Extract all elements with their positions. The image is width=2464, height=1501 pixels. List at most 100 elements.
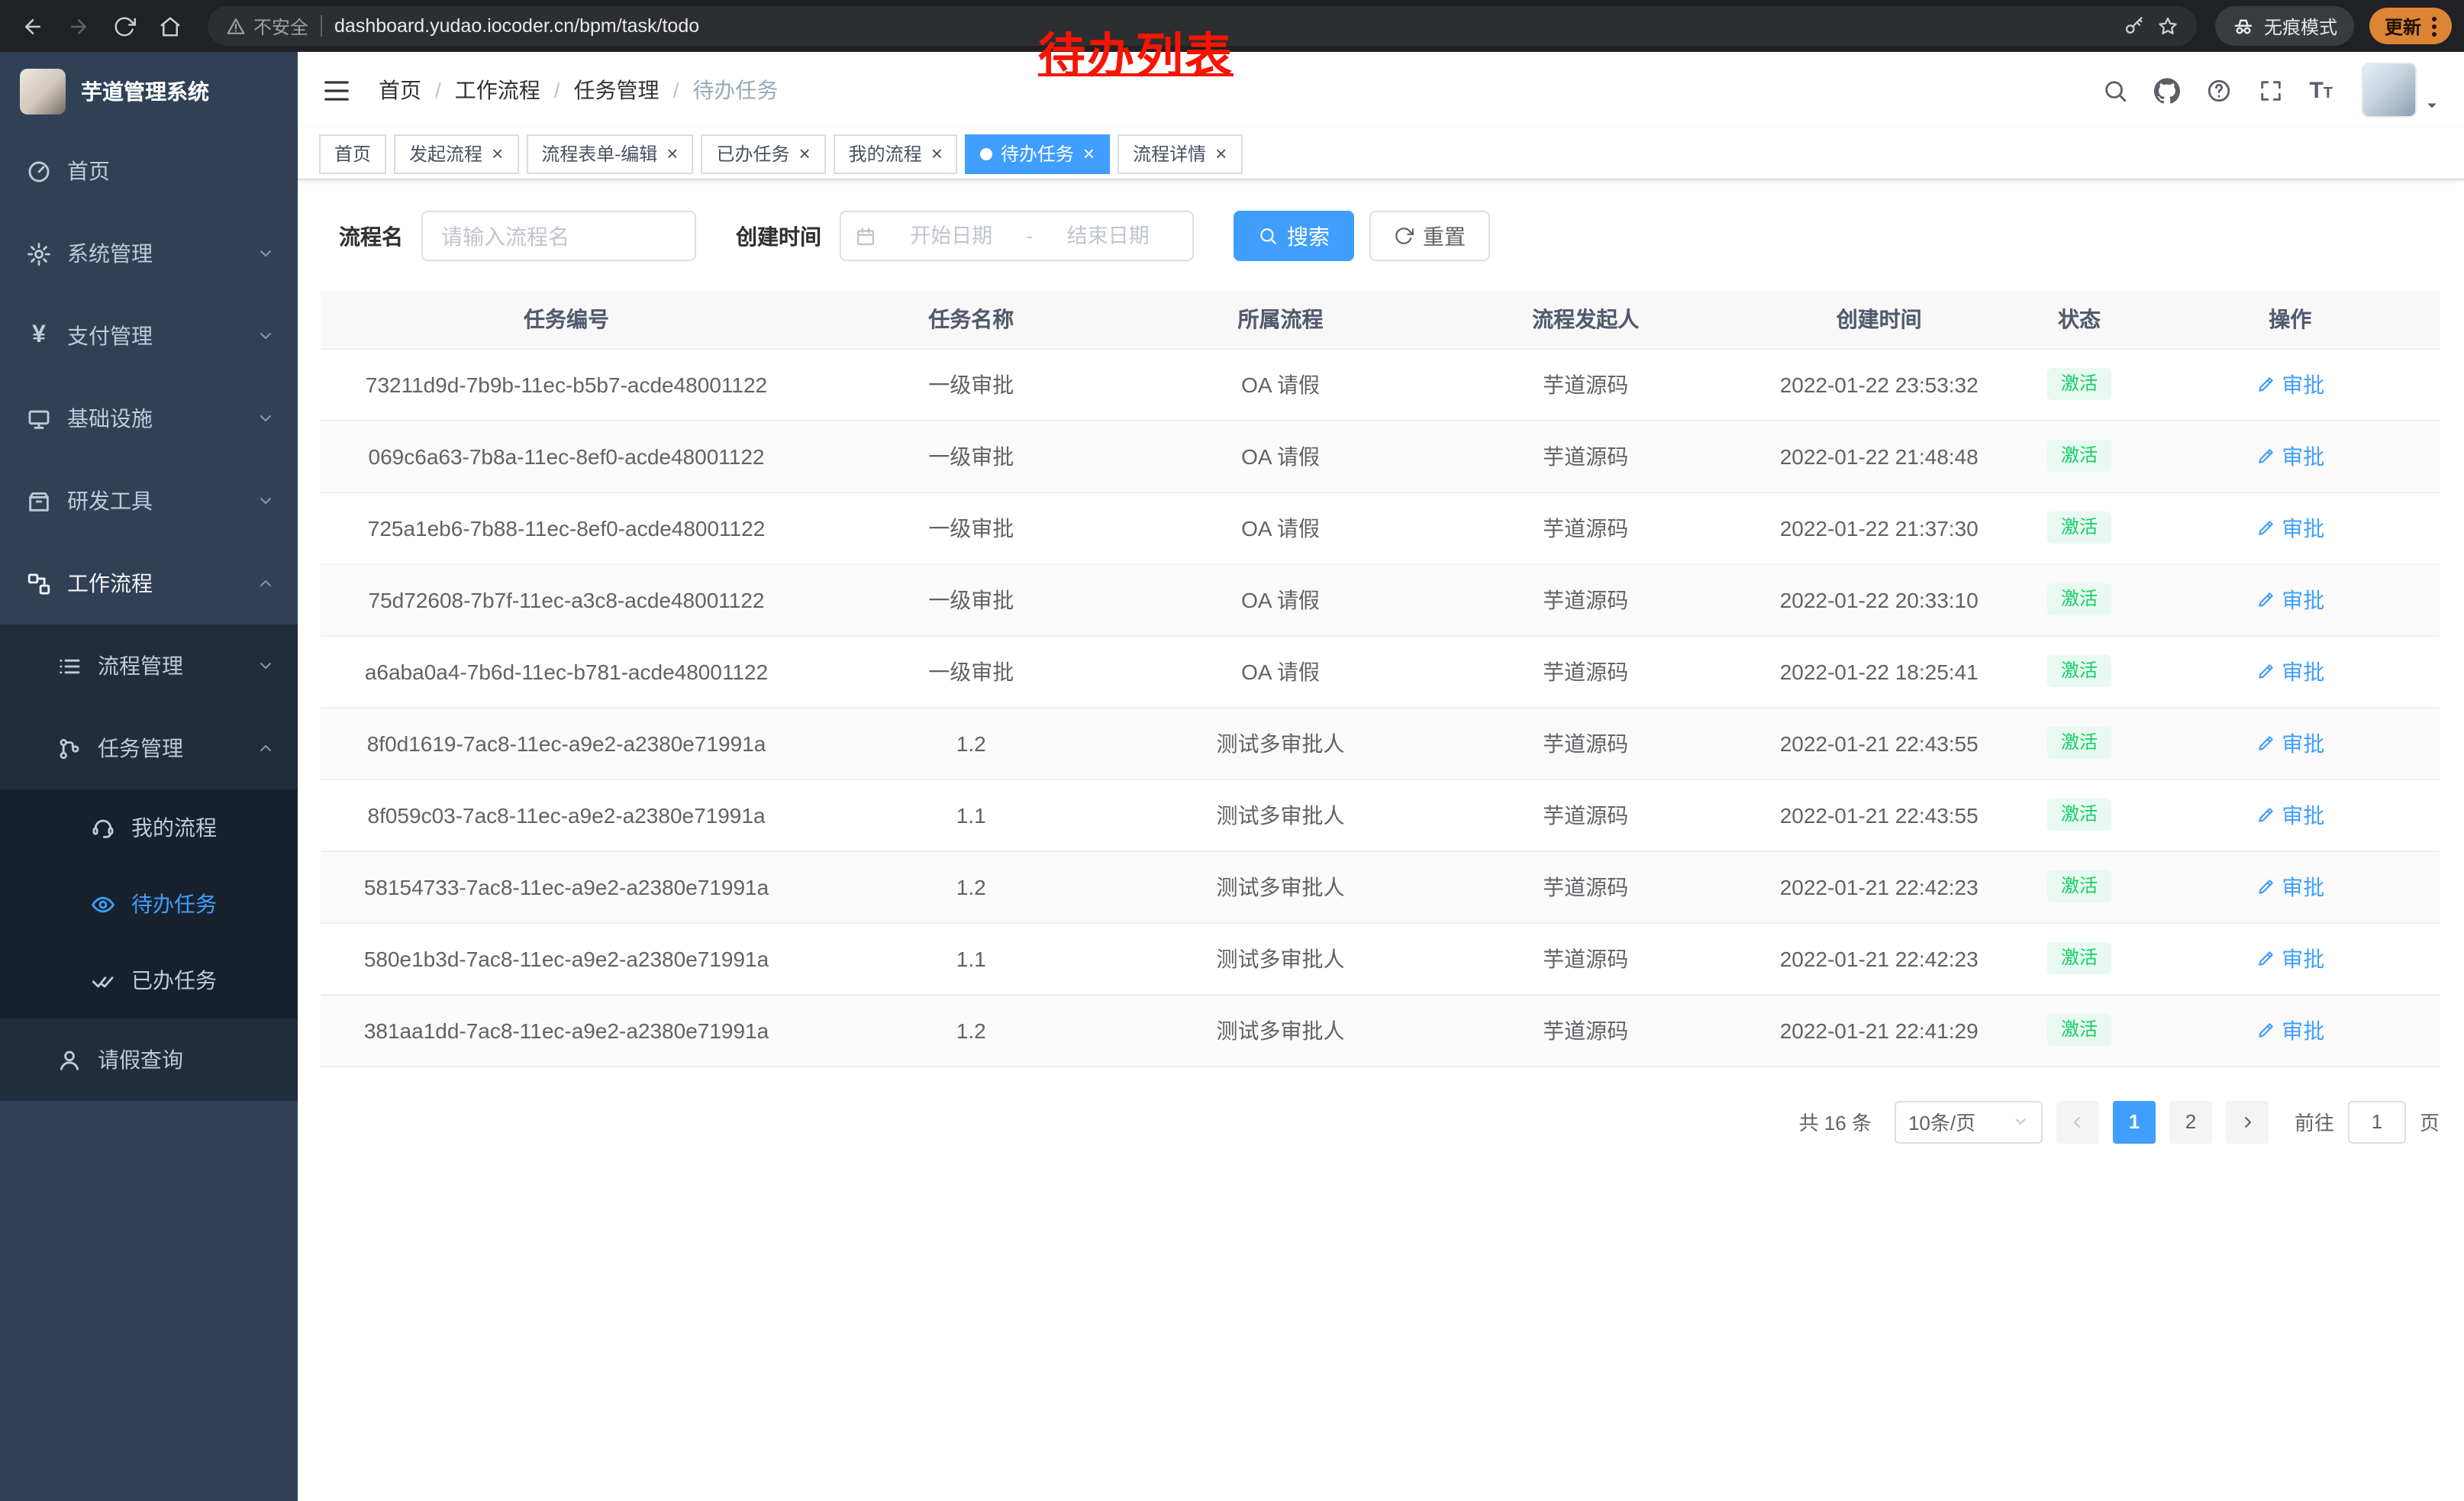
table-body: 73211d9d-7b9b-11ec-b5b7-acde48001122 一级审…	[321, 348, 2440, 1066]
create-time-label: 创建时间	[736, 221, 821, 251]
github-icon[interactable]	[2153, 77, 2179, 103]
sidebar-item-todo-tasks[interactable]: 待办任务	[0, 866, 298, 942]
cell-create-time: 2022-01-21 22:42:23	[1740, 922, 2018, 994]
browser-update-button[interactable]: 更新	[2369, 8, 2452, 44]
tab-my-processes[interactable]: 我的流程×	[834, 134, 958, 173]
sidebar-item-task-management[interactable]: 任务管理	[0, 707, 298, 789]
browser-back-button[interactable]	[12, 6, 52, 46]
user-menu[interactable]	[2362, 63, 2440, 118]
cell-status: 激活	[2018, 851, 2141, 922]
sidebar-item-home[interactable]: 首页	[0, 130, 298, 212]
security-label: 不安全	[253, 13, 308, 39]
page-size-select[interactable]: 10条/页	[1895, 1100, 2043, 1143]
cell-status: 激活	[2018, 563, 2141, 635]
table-row: 75d72608-7b7f-11ec-a3c8-acde48001122 一级审…	[321, 563, 2440, 635]
approve-link[interactable]: 审批	[2256, 369, 2324, 399]
browser-menu-icon[interactable]	[2432, 16, 2437, 36]
approve-link[interactable]: 审批	[2256, 584, 2324, 615]
key-icon[interactable]	[2124, 15, 2145, 37]
eye-icon	[90, 891, 116, 917]
sidebar-item-done-tasks[interactable]: 已办任务	[0, 942, 298, 1018]
approve-link[interactable]: 审批	[2256, 441, 2324, 471]
tab-done-tasks[interactable]: 已办任务×	[701, 134, 825, 173]
approve-link[interactable]: 审批	[2256, 1015, 2324, 1045]
content-area: 流程名 创建时间 - 搜索 重置	[298, 180, 2464, 1501]
cell-task-id: 069c6a63-7b8a-11ec-8ef0-acde48001122	[321, 420, 812, 492]
reset-button[interactable]: 重置	[1369, 211, 1490, 261]
table-row: 725a1eb6-7b88-11ec-8ef0-acde48001122 一级审…	[321, 492, 2440, 563]
tab-process-form-edit[interactable]: 流程表单-编辑×	[526, 134, 693, 173]
approve-link[interactable]: 审批	[2256, 656, 2324, 686]
sidebar-collapse-icon[interactable]	[322, 76, 351, 105]
browser-home-button[interactable]	[150, 6, 189, 46]
cell-task-id: 8f0d1619-7ac8-11ec-a9e2-a2380e71991a	[321, 707, 812, 779]
browser-forward-button[interactable]	[58, 6, 98, 46]
process-name-input[interactable]	[421, 211, 696, 261]
close-icon[interactable]: ×	[1215, 144, 1227, 163]
close-icon[interactable]: ×	[931, 144, 943, 163]
avatar[interactable]	[2362, 63, 2417, 118]
table-row: a6aba0a4-7b6d-11ec-b781-acde48001122 一级审…	[321, 635, 2440, 707]
bookmark-star-icon[interactable]	[2157, 15, 2179, 37]
cell-initiator: 芋道源码	[1431, 779, 1740, 851]
app-logo[interactable]: 芋道管理系统	[0, 52, 298, 130]
date-range-picker[interactable]: -	[840, 211, 1194, 261]
font-size-icon[interactable]: TT	[2309, 77, 2333, 103]
search-icon[interactable]	[2101, 77, 2127, 103]
sidebar-item-process-management[interactable]: 流程管理	[0, 625, 298, 707]
security-status[interactable]: 不安全	[226, 13, 308, 39]
page-size-value: 10条/页	[1908, 1107, 1975, 1136]
cell-process: OA 请假	[1130, 563, 1430, 635]
approve-link[interactable]: 审批	[2256, 799, 2324, 830]
sidebar-item-infrastructure[interactable]: 基础设施	[0, 377, 298, 460]
chevron-down-icon	[256, 492, 275, 510]
annotation-overlay: 待办列表	[1038, 17, 1234, 86]
tab-label: 首页	[334, 140, 371, 166]
search-button[interactable]: 搜索	[1234, 211, 1354, 261]
breadcrumb-separator: /	[435, 78, 441, 102]
breadcrumb-home[interactable]: 首页	[379, 75, 421, 105]
approve-link[interactable]: 审批	[2256, 943, 2324, 973]
close-icon[interactable]: ×	[492, 144, 503, 163]
breadcrumb-task-management[interactable]: 任务管理	[574, 75, 660, 105]
sidebar-item-leave-query[interactable]: 请假查询	[0, 1018, 298, 1101]
sidebar-item-my-processes[interactable]: 我的流程	[0, 789, 298, 866]
edit-pen-icon	[2256, 661, 2275, 681]
sidebar-menu: 首页 系统管理 ¥ 支付管理 基础设施	[0, 130, 298, 1101]
cell-initiator: 芋道源码	[1431, 348, 1740, 420]
browser-refresh-button[interactable]	[104, 6, 144, 46]
breadcrumb-separator: /	[554, 78, 560, 102]
approve-link[interactable]: 审批	[2256, 728, 2324, 758]
cell-initiator: 芋道源码	[1431, 707, 1740, 779]
sidebar-item-payment-management[interactable]: ¥ 支付管理	[0, 295, 298, 377]
close-icon[interactable]: ×	[798, 144, 810, 163]
tab-home[interactable]: 首页	[319, 134, 386, 173]
tab-todo-tasks[interactable]: 待办任务×	[966, 134, 1110, 173]
sidebar-item-dev-tools[interactable]: 研发工具	[0, 460, 298, 542]
column-header-task-id: 任务编号	[321, 290, 812, 348]
status-badge: 激活	[2047, 870, 2111, 902]
tab-process-detail[interactable]: 流程详情×	[1118, 134, 1242, 173]
breadcrumb-workflow[interactable]: 工作流程	[455, 75, 540, 105]
status-badge: 激活	[2047, 654, 2111, 687]
cell-status: 激活	[2018, 707, 2141, 779]
page-2-button[interactable]: 2	[2169, 1100, 2212, 1143]
close-icon[interactable]: ×	[1083, 144, 1095, 163]
page-1-button[interactable]: 1	[2113, 1100, 2156, 1143]
next-page-button[interactable]	[2226, 1100, 2269, 1143]
approve-link[interactable]: 审批	[2256, 512, 2324, 543]
edit-pen-icon	[2256, 1020, 2275, 1040]
search-icon	[1258, 226, 1278, 246]
goto-page-input[interactable]	[2348, 1100, 2406, 1143]
sidebar-item-system-management[interactable]: 系统管理	[0, 212, 298, 295]
tab-initiate-process[interactable]: 发起流程×	[394, 134, 518, 173]
approve-link[interactable]: 审批	[2256, 871, 2324, 902]
start-date-input[interactable]	[881, 224, 1022, 247]
prev-page-button[interactable]	[2056, 1100, 2099, 1143]
font-large-glyph: T	[2309, 77, 2323, 103]
fullscreen-icon[interactable]	[2257, 77, 2283, 103]
end-date-input[interactable]	[1037, 224, 1179, 247]
close-icon[interactable]: ×	[666, 144, 678, 163]
help-icon[interactable]	[2205, 77, 2231, 103]
sidebar-item-workflow[interactable]: 工作流程	[0, 542, 298, 625]
